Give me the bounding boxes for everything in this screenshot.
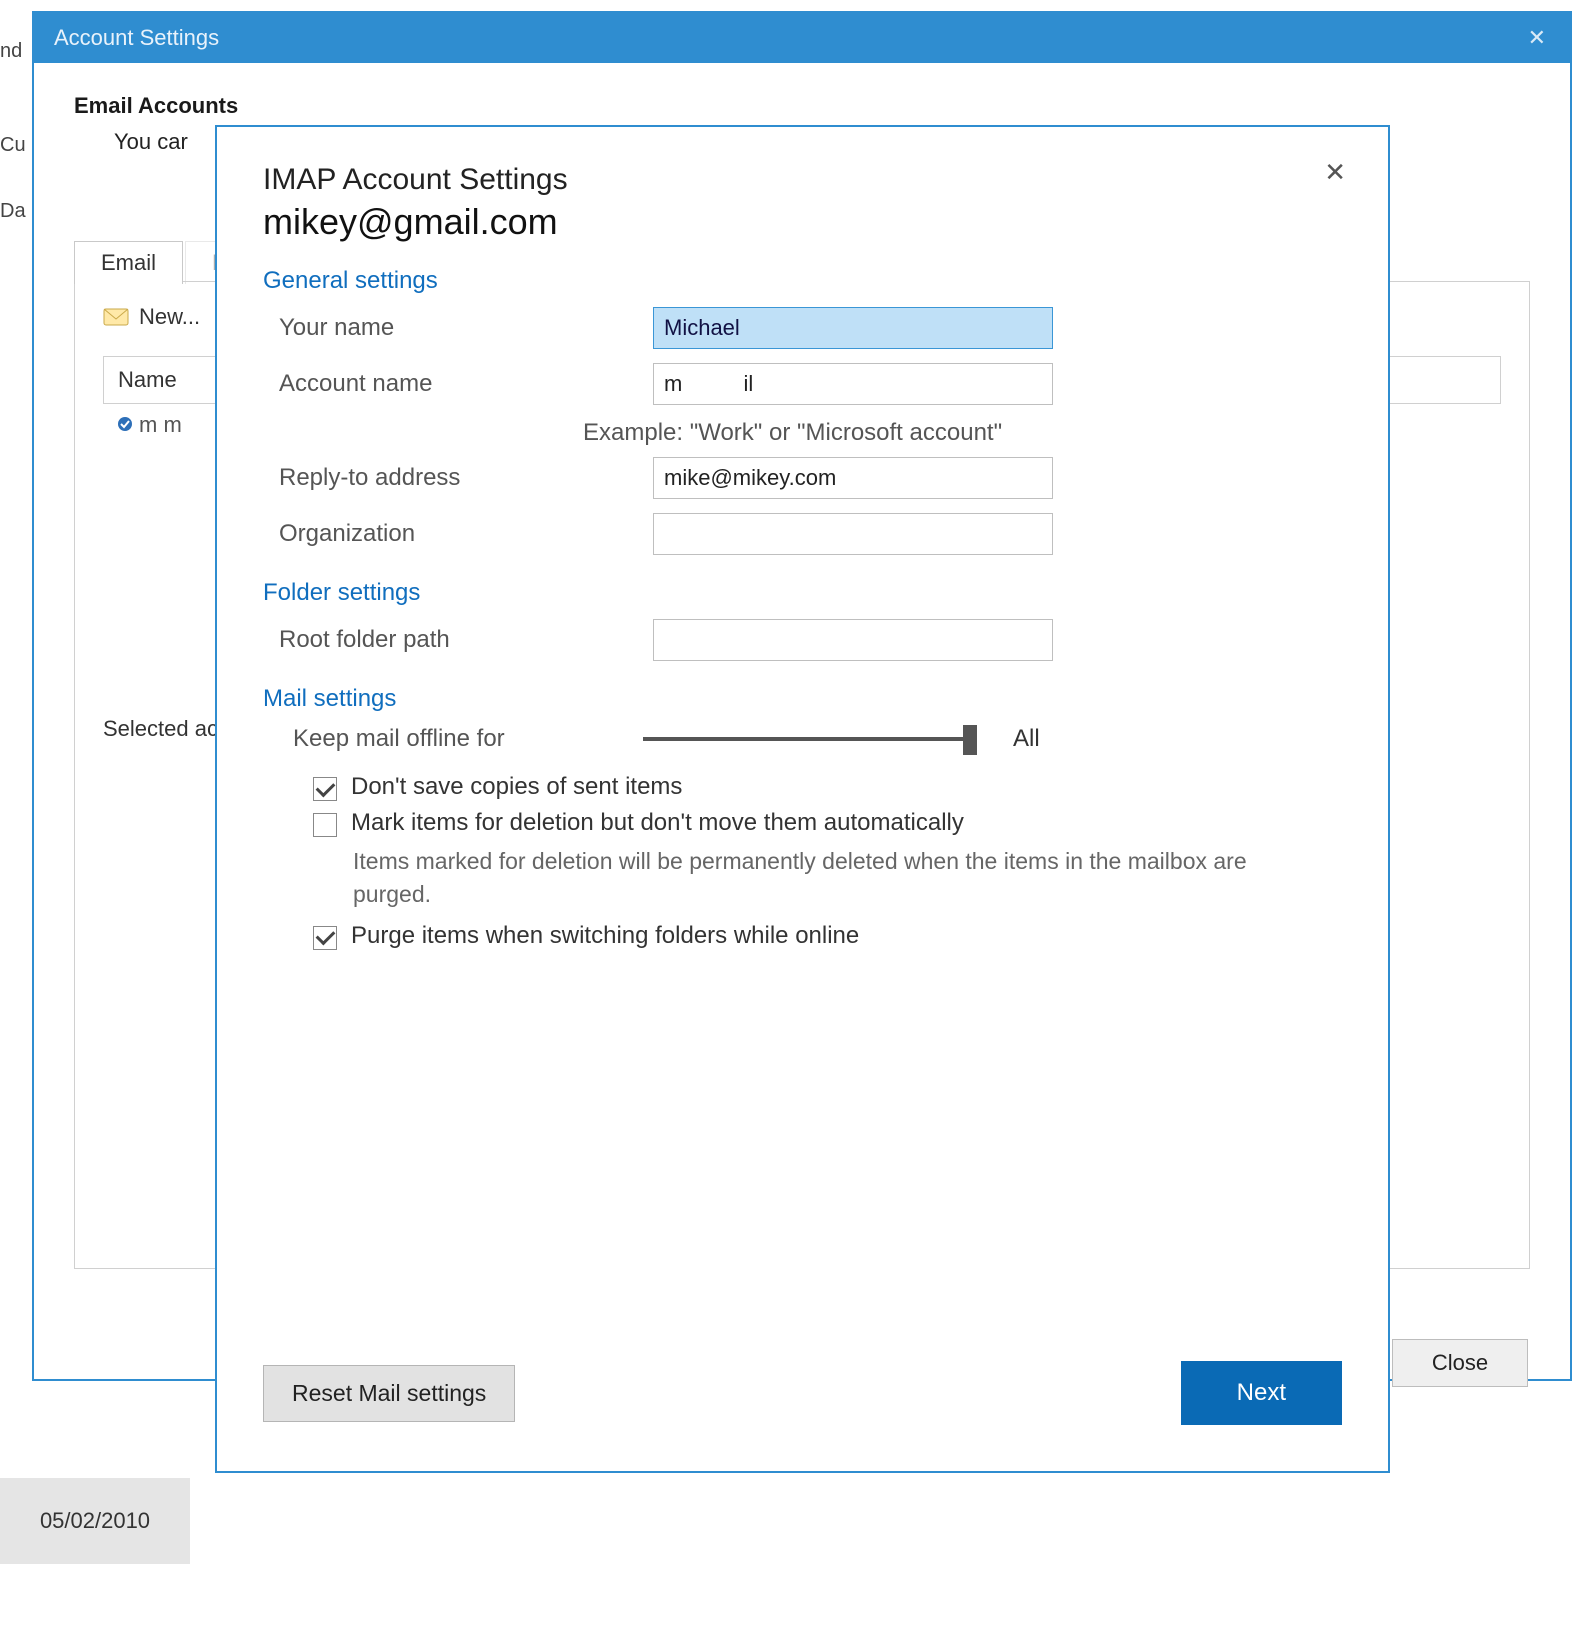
account-settings-close-icon[interactable]: ✕ xyxy=(1518,21,1556,55)
keep-offline-value: All xyxy=(1013,725,1040,753)
dont-save-sent-label: Don't save copies of sent items xyxy=(351,773,682,801)
your-name-input[interactable] xyxy=(653,307,1053,349)
keep-offline-slider[interactable] xyxy=(643,737,973,741)
bg-fragment: Da xyxy=(0,200,26,223)
mark-delete-help: Items marked for deletion will be perman… xyxy=(353,845,1302,912)
reset-mail-settings-button[interactable]: Reset Mail settings xyxy=(263,1365,515,1422)
new-account-label: New... xyxy=(139,304,200,330)
mark-delete-checkbox[interactable] xyxy=(313,813,337,837)
default-check-icon xyxy=(117,412,133,438)
tab-email[interactable]: Email xyxy=(74,241,183,284)
organization-label: Organization xyxy=(263,520,653,548)
slider-thumb[interactable] xyxy=(963,725,977,755)
account-settings-title: Account Settings xyxy=(54,25,219,51)
organization-input[interactable] xyxy=(653,513,1053,555)
imap-close-icon[interactable]: ✕ xyxy=(1324,157,1346,188)
dont-save-sent-checkbox[interactable] xyxy=(313,777,337,801)
close-button[interactable]: Close xyxy=(1392,1339,1528,1387)
email-accounts-heading: Email Accounts xyxy=(74,93,1530,119)
account-settings-titlebar: Account Settings ✕ xyxy=(34,13,1570,63)
purge-checkbox[interactable] xyxy=(313,926,337,950)
section-general: General settings xyxy=(263,267,1342,295)
bg-fragment: nd xyxy=(0,40,22,63)
reply-to-label: Reply-to address xyxy=(263,464,653,492)
imap-email: mikey@gmail.com xyxy=(263,201,1342,243)
account-row-label: m m xyxy=(139,412,182,438)
next-button[interactable]: Next xyxy=(1181,1361,1342,1425)
account-name-label: Account name xyxy=(263,370,653,398)
keep-offline-label: Keep mail offline for xyxy=(293,725,623,753)
root-folder-input[interactable] xyxy=(653,619,1053,661)
bg-fragment: Cu xyxy=(0,134,26,157)
mail-icon xyxy=(103,306,129,328)
section-folder: Folder settings xyxy=(263,579,1342,607)
bg-date: 05/02/2010 xyxy=(0,1478,190,1564)
imap-settings-dialog: ✕ IMAP Account Settings mikey@gmail.com … xyxy=(215,125,1390,1473)
mark-delete-label: Mark items for deletion but don't move t… xyxy=(351,809,964,837)
reply-to-input[interactable] xyxy=(653,457,1053,499)
root-folder-label: Root folder path xyxy=(263,626,653,654)
your-name-label: Your name xyxy=(263,314,653,342)
imap-title: IMAP Account Settings xyxy=(263,163,1342,197)
section-mail: Mail settings xyxy=(263,685,1342,713)
purge-label: Purge items when switching folders while… xyxy=(351,922,859,950)
account-name-input[interactable] xyxy=(653,363,1053,405)
account-name-hint: Example: "Work" or "Microsoft account" xyxy=(583,419,1342,447)
